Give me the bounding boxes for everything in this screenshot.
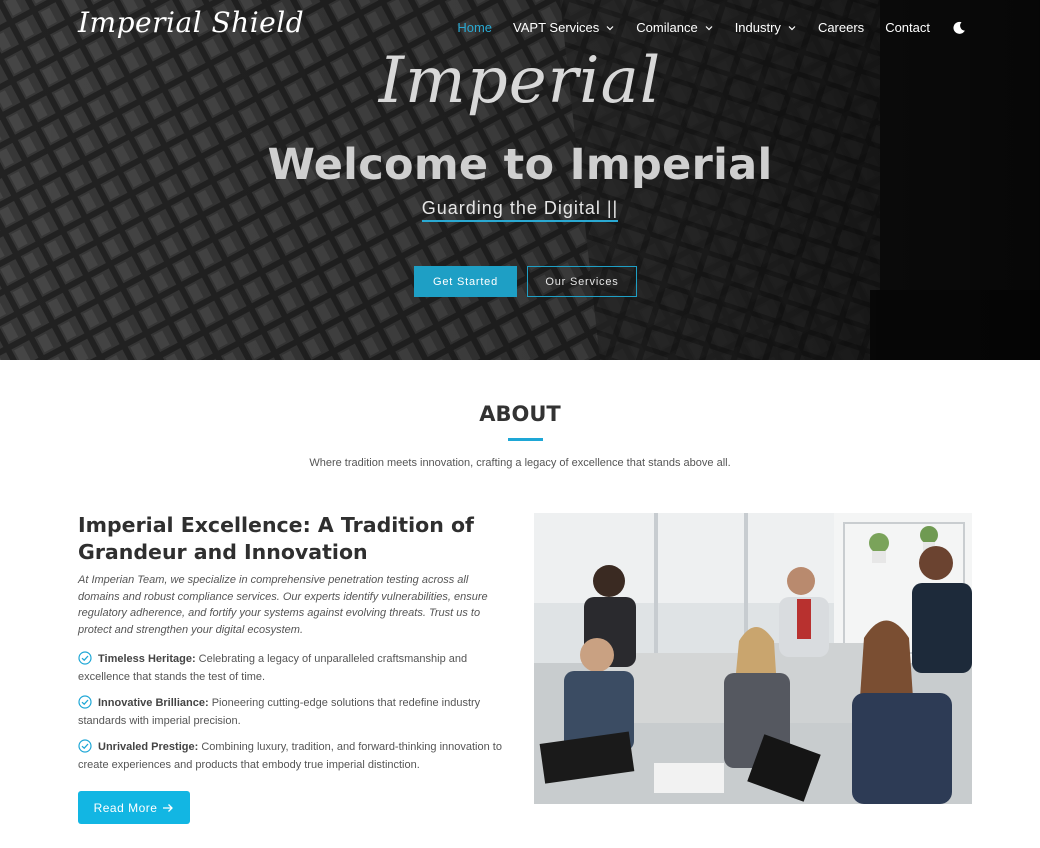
our-services-button[interactable]: Our Services: [527, 266, 637, 297]
photo-illustration: [534, 513, 972, 804]
nav-item-label: VAPT Services: [513, 20, 600, 35]
read-more-button[interactable]: Read More: [78, 791, 190, 824]
nav-item-label: Comilance: [636, 20, 698, 35]
nav-item-vapt-services[interactable]: VAPT Services: [513, 20, 615, 35]
site-logo[interactable]: Imperial Shield: [78, 6, 304, 39]
moon-icon[interactable]: [952, 21, 966, 35]
nav-item-label: Contact: [885, 20, 930, 35]
main-menu: Home VAPT Services Comilance Industry Ca…: [436, 20, 966, 35]
feature-title: Innovative Brilliance:: [98, 697, 209, 709]
read-more-label: Read More: [93, 800, 158, 815]
chevron-down-icon: [788, 25, 796, 30]
feature-title: Timeless Heritage:: [98, 653, 196, 665]
feature-title: Unrivaled Prestige:: [98, 741, 199, 753]
hero-section: Imperial Shield Home VAPT Services Comil…: [0, 0, 1040, 360]
arrow-right-icon: [163, 803, 174, 812]
nav-item-home[interactable]: Home: [457, 20, 492, 35]
about-heading: ABOUT: [479, 402, 561, 426]
check-circle-icon: [78, 695, 92, 709]
hero-script-title: Imperial: [378, 44, 662, 118]
about-description: At Imperian Team, we specialize in compr…: [78, 574, 488, 637]
hero-typed-wrapper: Guarding the Digital ||: [0, 198, 1040, 222]
check-circle-icon: [78, 739, 92, 753]
nav-item-label: Home: [457, 20, 493, 35]
nav-item-industry[interactable]: Industry: [735, 20, 797, 35]
hero-title: Welcome to Imperial: [267, 140, 773, 190]
nav-item-contact[interactable]: Contact: [885, 20, 930, 35]
nav-item-label: Industry: [734, 20, 781, 35]
nav-item-careers[interactable]: Careers: [818, 20, 864, 35]
about-content-title: Imperial Excellence: A Tradition of Gran…: [78, 513, 474, 564]
nav-item-comilance[interactable]: Comilance: [636, 20, 713, 35]
list-item: Timeless Heritage: Celebrating a legacy …: [78, 651, 508, 686]
check-circle-icon: [78, 651, 92, 665]
get-started-button[interactable]: Get Started: [414, 266, 517, 297]
list-item: Unrivaled Prestige: Combining luxury, tr…: [78, 739, 508, 774]
team-meeting-photo: [534, 513, 972, 804]
hero-buttons: Get Started Our Services: [414, 266, 637, 297]
list-item: Innovative Brilliance: Pioneering cuttin…: [78, 695, 508, 730]
hero-typed-text: Guarding the Digital ||: [421, 198, 619, 222]
about-subtitle: Where tradition meets innovation, crafti…: [309, 457, 731, 469]
chevron-down-icon: [606, 25, 614, 30]
feature-list: Timeless Heritage: Celebrating a legacy …: [78, 651, 508, 783]
nav-item-label: Careers: [817, 20, 865, 35]
chevron-down-icon: [705, 25, 713, 30]
heading-divider: [508, 438, 543, 441]
